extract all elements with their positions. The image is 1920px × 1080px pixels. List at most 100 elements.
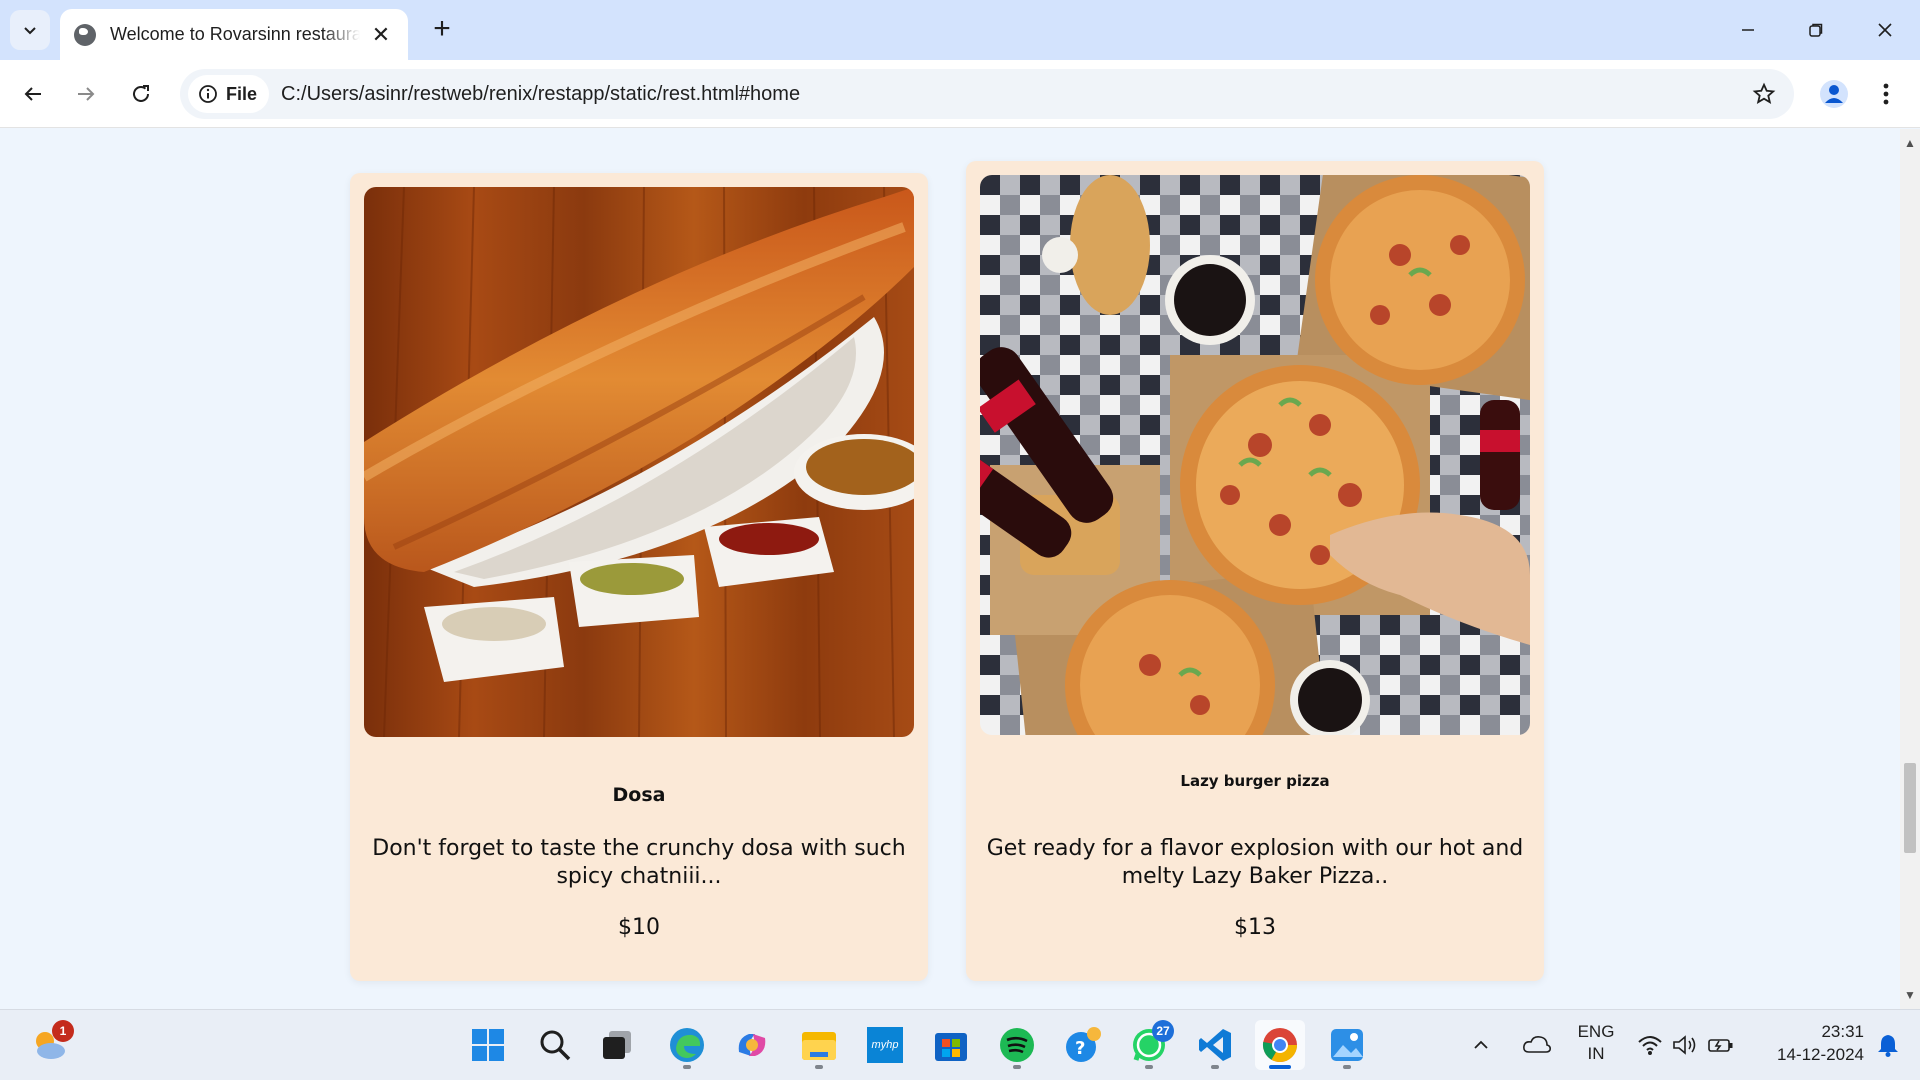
show-hidden-icons-button[interactable] [1465,1020,1497,1070]
weather-badge: 1 [52,1020,74,1042]
myhp-icon: myhp [867,1027,903,1063]
spotify-button[interactable] [992,1020,1042,1070]
edge-button[interactable] [662,1020,712,1070]
start-button[interactable] [463,1020,513,1070]
site-chip-label: File [226,83,258,104]
clock-date: 14-12-2024 [1777,1045,1864,1064]
globe-icon [74,23,96,46]
page-viewport: Dosa Don't forget to taste the crunchy d… [0,129,1900,1009]
minimize-button[interactable] [1725,12,1771,48]
microsoft-store-button[interactable] [926,1020,976,1070]
windows-taskbar: 1 myhp ? 27 ENG IN 23:31 14-12-2024 [0,1009,1920,1080]
weather-widget[interactable]: 1 [24,1020,74,1070]
copilot-icon [738,1034,766,1056]
star-icon[interactable] [1752,82,1776,106]
store-icon [935,1033,967,1061]
back-button[interactable] [11,72,55,116]
svg-text:?: ? [1075,1038,1085,1059]
cloud-sync-icon [1523,1036,1551,1053]
restore-icon [1809,23,1823,37]
file-explorer-button[interactable] [794,1020,844,1070]
task-view-button[interactable] [592,1020,642,1070]
minimize-icon [1742,29,1754,31]
task-view-icon [603,1031,631,1059]
copilot-button[interactable] [727,1020,777,1070]
browser-menu-button[interactable] [1866,72,1906,116]
input-language[interactable]: ENG IN [1572,1022,1620,1064]
site-info-chip[interactable]: File [188,75,270,113]
active-indicator [1269,1065,1291,1069]
notifications-button[interactable] [1870,1020,1906,1070]
browser-title-bar: Welcome to Rovarsinn restaurant ✕ + [0,0,1920,60]
browser-tab-active[interactable]: Welcome to Rovarsinn restaurant ✕ [60,9,408,60]
forward-button[interactable] [64,72,108,116]
vscode-icon [1199,1029,1231,1061]
whatsapp-badge: 27 [1152,1020,1174,1042]
start-icon [472,1029,504,1061]
language-code: ENG [1577,1022,1615,1041]
tab-search-button[interactable] [10,10,50,50]
clock[interactable]: 23:31 14-12-2024 [1754,1022,1864,1065]
profile-button[interactable] [1812,72,1856,116]
file-explorer-icon [802,1032,836,1060]
tab-title: Welcome to Rovarsinn restaurant [110,24,360,44]
bell-icon [1878,1035,1898,1057]
running-indicator [683,1065,691,1069]
myhp-button[interactable]: myhp [860,1020,910,1070]
skype-button[interactable]: ? [1058,1020,1108,1070]
region-code: IN [1587,1044,1605,1063]
restore-button[interactable] [1793,12,1839,48]
chrome-icon [1262,1028,1297,1062]
scroll-thumb[interactable] [1904,763,1916,853]
running-indicator [1145,1065,1153,1069]
photos-button[interactable] [1322,1020,1372,1070]
clock-time: 23:31 [1821,1022,1864,1041]
menu-item-name: Dosa [612,784,666,806]
quick-settings-button[interactable] [1634,1020,1738,1070]
info-icon [199,85,217,103]
scroll-up-arrow[interactable]: ▲ [1900,133,1920,153]
menu-item-price: $13 [1234,915,1276,940]
running-indicator [815,1065,823,1069]
menu-card-dosa[interactable]: Dosa Don't forget to taste the crunchy d… [350,173,928,981]
page-scrollbar[interactable]: ▲ ▼ [1900,129,1920,1009]
scroll-down-arrow[interactable]: ▼ [1900,985,1920,1005]
running-indicator [1211,1065,1219,1069]
menu-item-price: $10 [618,915,660,940]
menu-item-name: Lazy burger pizza [1180,772,1330,790]
url-text[interactable]: C:/Users/asinr/restweb/renix/restapp/sta… [281,83,800,106]
close-tab-button[interactable]: ✕ [368,22,394,48]
chevron-down-icon [24,27,36,35]
menu-card-pizza[interactable]: Lazy burger pizza Get ready for a flavor… [966,161,1544,981]
onedrive-button[interactable] [1515,1020,1559,1070]
edge-icon [670,1028,704,1062]
browser-toolbar: File C:/Users/asinr/restweb/renix/restap… [0,60,1920,128]
close-window-button[interactable] [1862,12,1908,48]
kebab-menu-icon [1883,83,1889,105]
new-tab-button[interactable]: + [424,12,460,48]
pizza-photo [980,175,1530,735]
close-icon [1878,23,1892,37]
reload-button[interactable] [119,72,163,116]
address-bar[interactable]: File C:/Users/asinr/restweb/renix/restap… [180,69,1794,119]
battery-icon [1708,1039,1733,1052]
menu-item-description: Get ready for a flavor explosion with ou… [986,836,1524,889]
photos-icon [1331,1029,1363,1061]
profile-icon [1820,80,1848,108]
back-icon [24,87,41,101]
search-icon [540,1030,571,1061]
chrome-button[interactable] [1255,1020,1305,1070]
dosa-photo [364,187,914,737]
running-indicator [1343,1065,1351,1069]
spotify-icon [1000,1028,1034,1062]
skype-icon: ? [1066,1027,1101,1062]
chevron-up-icon [1474,1040,1488,1049]
volume-icon [1673,1035,1696,1055]
reload-icon [133,85,149,102]
vscode-button[interactable] [1190,1020,1240,1070]
menu-item-description: Don't forget to taste the crunchy dosa w… [372,836,906,889]
wifi-icon [1638,1036,1662,1055]
search-button[interactable] [530,1020,580,1070]
whatsapp-button[interactable]: 27 [1124,1020,1174,1070]
running-indicator [1013,1065,1021,1069]
